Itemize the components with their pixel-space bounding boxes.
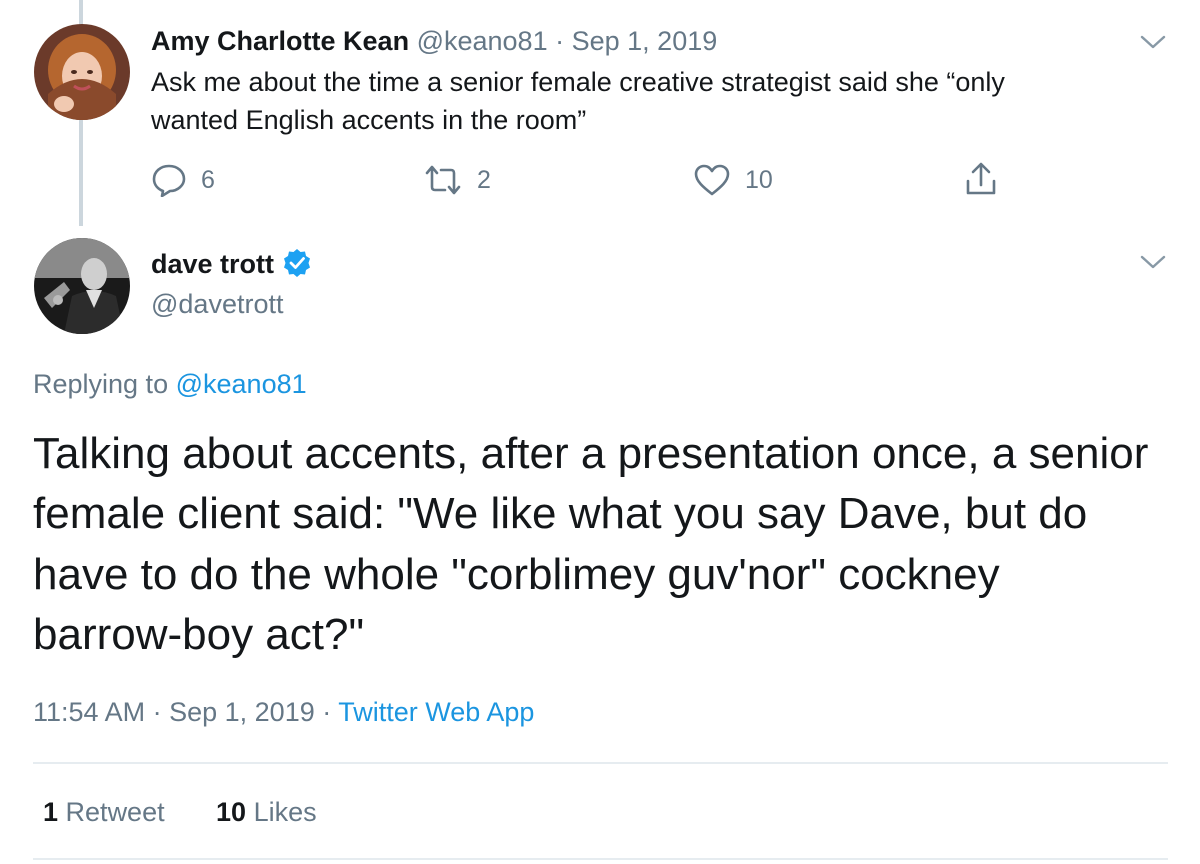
author-name[interactable]: dave trott [151,249,274,279]
author-name[interactable]: Amy Charlotte Kean [151,26,409,56]
avatar-dave[interactable] [34,238,130,334]
retweet-icon [425,165,461,195]
divider [33,762,1168,764]
like-button[interactable]: 10 [693,163,773,197]
likes-stat[interactable]: 10 Likes [216,797,317,828]
like-count: 10 [745,165,773,194]
retweets-label: Retweet [65,797,165,827]
retweet-button[interactable]: 2 [423,163,491,197]
separator-dot: · [322,697,332,727]
main-tweet-text-line-1: Talking about accents, after a presentat… [33,429,1149,478]
author-handle[interactable]: @davetrott [151,289,283,320]
parent-tweet-text-line-1: Ask me about the time a senior female cr… [151,67,1005,97]
tweet-time[interactable]: 11:54 AM [33,697,145,727]
tweet-date[interactable]: Sep 1, 2019 [572,26,718,56]
main-tweet-text-line-4: barrow-boy act?" [33,610,365,659]
avatar-amy[interactable] [34,24,130,120]
reply-icon [152,164,186,197]
verified-badge-icon [284,248,311,277]
chevron-down-icon[interactable] [1140,34,1166,50]
chevron-down-icon[interactable] [1140,254,1166,270]
tweet-source-link[interactable]: Twitter Web App [338,697,534,727]
main-tweet-author-row: dave trott [151,248,312,280]
parent-tweet-text-line-2: wanted English accents in the room” [151,105,587,135]
reply-button[interactable]: 6 [151,163,215,197]
replying-to: Replying to @keano81 [33,369,307,400]
main-tweet-text-line-3: have to do the whole "corblimey guv'nor"… [33,550,1000,599]
retweets-count: 1 [43,797,59,827]
separator-dot: · [152,697,162,727]
tweet-metadata: 11:54 AM · Sep 1, 2019 · Twitter Web App [33,697,534,728]
retweets-stat[interactable]: 1 Retweet [43,797,165,828]
parent-tweet-header: Amy Charlotte Kean @keano81 · Sep 1, 201… [151,26,717,57]
like-icon [694,164,730,196]
tweet-date[interactable]: Sep 1, 2019 [169,697,315,727]
reply-count: 6 [201,165,215,194]
share-icon [966,162,996,195]
replying-to-handle[interactable]: @keano81 [176,369,307,399]
replying-to-label: Replying to [33,369,169,399]
share-button[interactable] [963,161,999,197]
likes-count: 10 [216,797,247,827]
divider [33,858,1168,860]
main-tweet-text-line-2: female client said: "We like what you sa… [33,489,1088,538]
retweet-count: 2 [477,165,491,194]
likes-label: Likes [253,797,317,827]
author-handle[interactable]: @keano81 [417,26,548,56]
separator-dot: · [555,26,565,56]
